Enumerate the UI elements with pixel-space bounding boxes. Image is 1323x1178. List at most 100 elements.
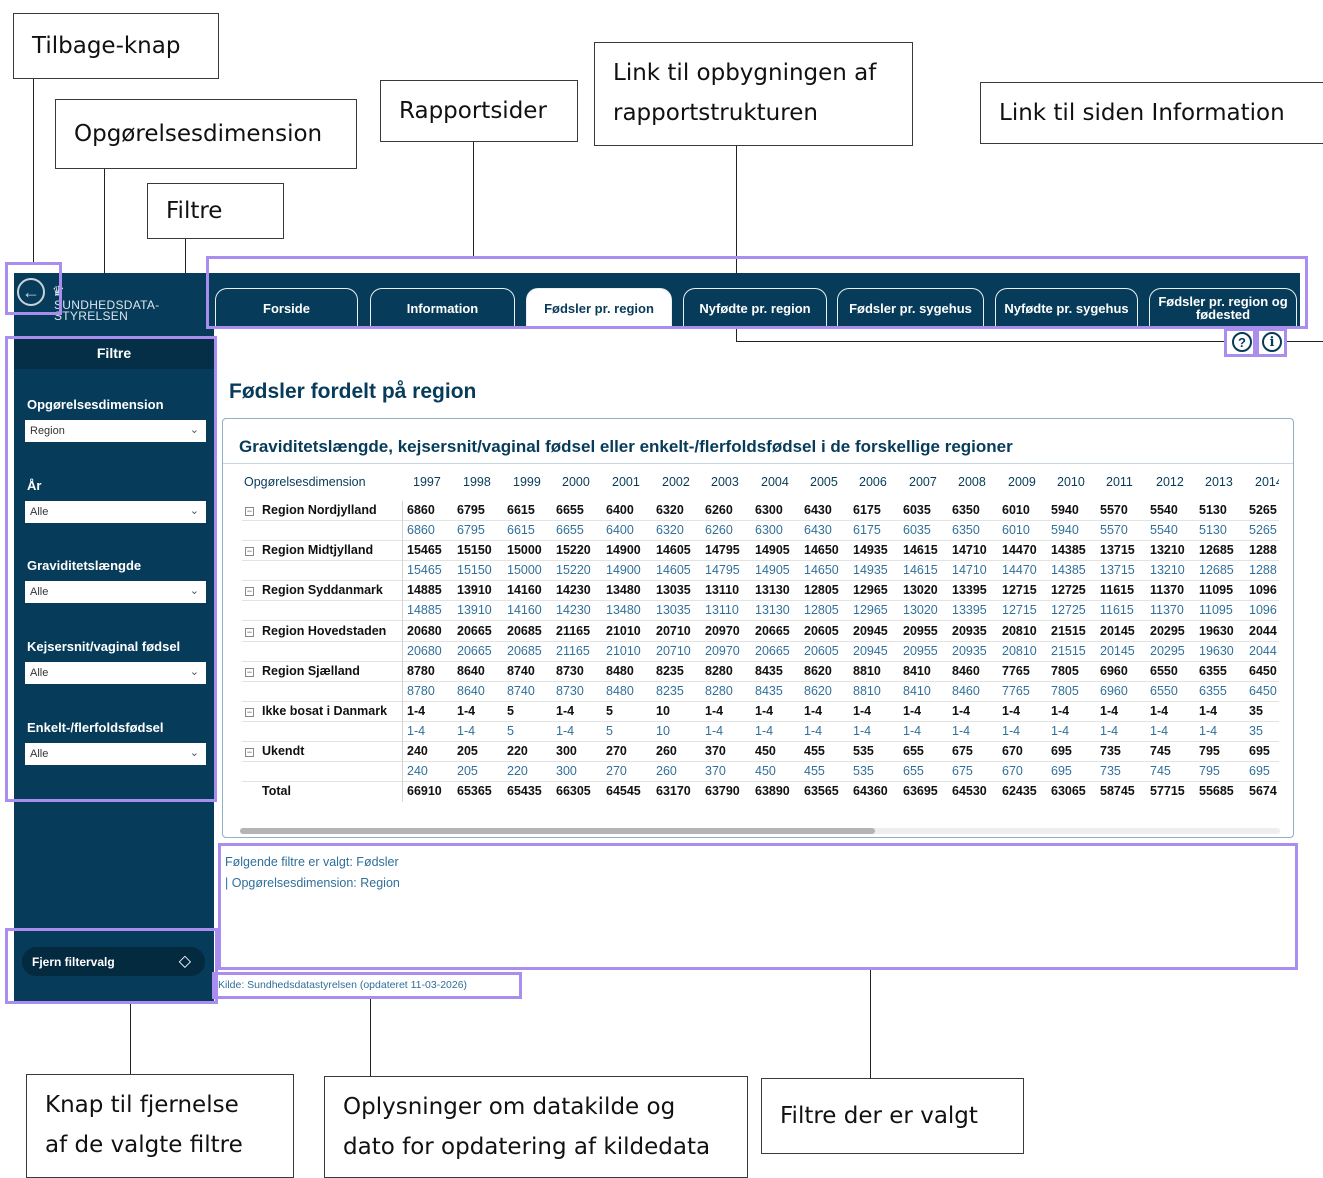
table-cell: 57715 — [1150, 784, 1185, 798]
table-cell: 14605 — [656, 543, 691, 557]
table-cell: 1-4 — [804, 704, 823, 718]
column-divider — [402, 501, 403, 802]
year-column-header[interactable]: 1998 — [463, 475, 507, 489]
table-cell: 20680 — [407, 624, 442, 638]
table-cell: 1-4 — [903, 724, 922, 738]
table-cell: 13035 — [656, 583, 691, 597]
table-cell: 300 — [556, 764, 577, 778]
table-cell: 260 — [656, 764, 677, 778]
year-column-header[interactable]: 2007 — [909, 475, 953, 489]
table-cell: 64545 — [606, 784, 641, 798]
table-cell: 10 — [656, 704, 670, 718]
row-divider — [242, 580, 1279, 581]
table-cell: 13210 — [1150, 563, 1185, 577]
collapse-icon[interactable]: − — [245, 628, 254, 637]
table-cell: 370 — [705, 744, 726, 758]
table-cell: 21010 — [606, 624, 641, 638]
connector-line — [870, 969, 871, 1078]
table-cell: 13130 — [755, 603, 790, 617]
callout-text: Link til siden Information — [999, 100, 1285, 126]
year-column-header[interactable]: 2003 — [711, 475, 755, 489]
table-cell: 14160 — [507, 603, 542, 617]
table-cell: 695 — [1249, 764, 1270, 778]
table-cell: 8460 — [952, 664, 980, 678]
table-cell: 1-4 — [903, 704, 922, 718]
table-cell: 62435 — [1002, 784, 1037, 798]
collapse-icon[interactable]: − — [245, 668, 254, 677]
year-column-header[interactable]: 2000 — [562, 475, 606, 489]
highlight-clear-button — [5, 928, 218, 1004]
row-divider — [242, 741, 1279, 742]
table-cell: 6175 — [853, 503, 881, 517]
year-column-header[interactable]: 2010 — [1057, 475, 1101, 489]
total-row-label: Total — [262, 784, 291, 798]
year-column-header[interactable]: 2001 — [612, 475, 656, 489]
table-cell: 1288 — [1249, 563, 1277, 577]
table-cell: 8730 — [556, 664, 584, 678]
table-cell: 6355 — [1199, 684, 1227, 698]
table-cell: 14935 — [853, 543, 888, 557]
table-cell: 64360 — [853, 784, 888, 798]
table-cell: 20710 — [656, 624, 691, 638]
table-cell: 14230 — [556, 583, 591, 597]
year-column-header[interactable]: 2011 — [1106, 475, 1150, 489]
table-cell: 2044 — [1249, 644, 1277, 658]
callout-text: Filtre — [166, 198, 223, 224]
table-cell: 12965 — [853, 603, 888, 617]
table-cell: 12685 — [1199, 543, 1234, 557]
row-divider — [242, 701, 1279, 702]
table-cell: 14615 — [903, 563, 938, 577]
table-cell: 8640 — [457, 664, 485, 678]
table-cell: 35 — [1249, 724, 1263, 738]
table-cell: 14160 — [507, 583, 542, 597]
year-column-header[interactable]: 1997 — [413, 475, 457, 489]
table-cell: 6655 — [556, 523, 584, 537]
table-cell: 5940 — [1051, 503, 1079, 517]
divider — [223, 463, 1293, 464]
dimension-column-header[interactable]: Opgørelsesdimension — [244, 475, 366, 489]
table-cell: 12805 — [804, 583, 839, 597]
collapse-icon[interactable]: − — [245, 507, 254, 516]
table-cell: 63890 — [755, 784, 790, 798]
year-column-header[interactable]: 2005 — [810, 475, 854, 489]
table-cell: 1-4 — [952, 724, 971, 738]
table-cell: 205 — [457, 764, 478, 778]
table-cell: 12725 — [1051, 603, 1086, 617]
year-column-header[interactable]: 2004 — [761, 475, 805, 489]
table-cell: 1-4 — [556, 704, 575, 718]
callout-text: dato for opdatering af kildedata — [343, 1134, 711, 1160]
collapse-icon[interactable]: − — [245, 547, 254, 556]
table-cell: 5940 — [1051, 523, 1079, 537]
scrollbar-thumb[interactable] — [240, 828, 875, 834]
table-row-label: Region Nordjylland — [262, 503, 377, 517]
table-cell: 8235 — [656, 684, 684, 698]
collapse-icon[interactable]: − — [245, 708, 254, 717]
table-cell: 6320 — [656, 503, 684, 517]
table-cell: 1-4 — [1150, 704, 1169, 718]
table-cell: 695 — [1051, 764, 1072, 778]
row-divider — [242, 761, 1279, 762]
table-cell: 65435 — [507, 784, 542, 798]
year-column-header[interactable]: 2008 — [958, 475, 1002, 489]
table-cell: 5130 — [1199, 503, 1227, 517]
table-cell: 8435 — [755, 684, 783, 698]
year-column-header[interactable]: 2013 — [1205, 475, 1249, 489]
table-cell: 15150 — [457, 543, 492, 557]
year-column-header[interactable]: 2014 — [1255, 475, 1279, 489]
collapse-icon[interactable]: − — [245, 748, 254, 757]
table-cell: 8410 — [903, 684, 931, 698]
table-cell: 1096 — [1249, 583, 1277, 597]
table-cell: 2044 — [1249, 624, 1277, 638]
year-column-header[interactable]: 2002 — [662, 475, 706, 489]
table-cell: 63790 — [705, 784, 740, 798]
year-column-header[interactable]: 2006 — [859, 475, 903, 489]
year-column-header[interactable]: 1999 — [513, 475, 557, 489]
table-cell: 14905 — [755, 563, 790, 577]
table-cell: 1-4 — [705, 724, 724, 738]
table-cell: 5 — [507, 724, 514, 738]
collapse-icon[interactable]: − — [245, 587, 254, 596]
year-column-header[interactable]: 2009 — [1008, 475, 1052, 489]
table-cell: 14615 — [903, 543, 938, 557]
table-cell: 1-4 — [1150, 724, 1169, 738]
year-column-header[interactable]: 2012 — [1156, 475, 1200, 489]
